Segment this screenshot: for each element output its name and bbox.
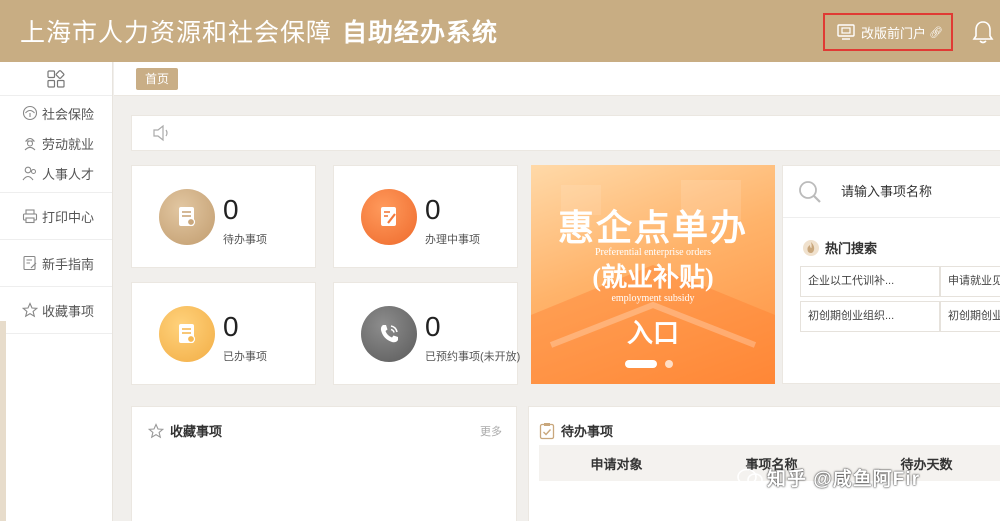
- sidebar-item-label: 劳动就业: [42, 136, 95, 152]
- printer-icon: [22, 209, 38, 224]
- sidebar-toggle[interactable]: [0, 62, 112, 96]
- hot-search-item[interactable]: 初创期创业组织...: [800, 301, 940, 332]
- watermark: 知乎 @咸鱼阿Fir: [737, 464, 920, 491]
- people-icon: [22, 166, 36, 181]
- stat-label: 待办事项: [223, 234, 267, 246]
- hot-search-item[interactable]: 初创期创业...: [940, 301, 1000, 332]
- stat-icon-circle: [159, 306, 215, 362]
- notice-bar: [131, 115, 1000, 151]
- search-panel: 热门搜索 企业以工代训补... 申请就业见... 初创期创业组织... 初创期创…: [782, 165, 1000, 384]
- worker-icon: [24, 137, 36, 151]
- hot-search-label: 热门搜索: [825, 241, 878, 256]
- favorites-more-link[interactable]: 更多: [480, 423, 502, 439]
- carousel-dot[interactable]: [665, 360, 673, 368]
- search-icon[interactable]: [797, 179, 823, 205]
- sidebar-group-favorites: 收藏事项: [0, 287, 112, 334]
- sidebar-item-label: 社会保险: [42, 106, 95, 122]
- stat-label: 办理中事项: [425, 234, 480, 246]
- sidebar: 社会保险 劳动就业 人事人才 打印中心 新手指南 收藏事项: [0, 62, 113, 521]
- document-check-icon: [179, 324, 196, 344]
- search-input[interactable]: [841, 184, 1000, 199]
- banner-sub-en: employment subsidy: [611, 293, 695, 304]
- todo-header: 待办事项: [539, 421, 613, 440]
- todo-title: 待办事项: [561, 424, 614, 439]
- column-header-applicant: 申请对象: [590, 456, 643, 472]
- search-row: [783, 166, 1000, 218]
- favorites-header: 收藏事项: [148, 421, 222, 440]
- sidebar-item-personnel[interactable]: 人事人才: [0, 158, 112, 188]
- banner-title: 惠企点单办: [557, 208, 748, 248]
- app-title-bold: 自助经办系统: [342, 19, 499, 47]
- sidebar-item-employment[interactable]: 劳动就业: [0, 128, 112, 158]
- stat-icon-circle: [361, 306, 417, 362]
- banner-subtitle: (就业补贴): [592, 263, 714, 292]
- guide-icon: [23, 255, 37, 271]
- star-icon: [22, 302, 38, 318]
- tab-home[interactable]: 首页: [136, 68, 179, 90]
- zhihu-logo-icon: [737, 468, 763, 487]
- promo-banner[interactable]: 惠企点单办 Preferential enterprise orders (就业…: [531, 165, 775, 384]
- stat-value: 0: [223, 311, 239, 342]
- old-portal-button[interactable]: 改版前门户 🔗︎: [823, 13, 953, 51]
- fire-icon: [803, 239, 819, 256]
- stat-icon-circle: [361, 189, 417, 245]
- speaker-icon: [153, 124, 168, 142]
- hot-search-item[interactable]: 企业以工代训补...: [800, 266, 940, 297]
- old-portal-label: 改版前门户: [861, 25, 927, 41]
- stat-card-completed[interactable]: 0 已办事项: [131, 282, 316, 385]
- umbrella-icon: [22, 105, 38, 121]
- favorites-title: 收藏事项: [170, 424, 223, 439]
- hot-search-title: 热门搜索: [803, 238, 877, 257]
- breadcrumb: 首页: [114, 62, 1000, 96]
- banner-entry: 入口: [626, 319, 679, 348]
- top-header: 上海市人力资源和社会保障 自助经办系统 改版前门户 🔗︎: [0, 0, 1000, 62]
- hot-search-item[interactable]: 申请就业见...: [940, 266, 1000, 297]
- sidebar-item-label: 人事人才: [42, 166, 95, 182]
- sidebar-group-print: 打印中心: [0, 193, 112, 240]
- sidebar-item-guide[interactable]: 新手指南: [0, 240, 112, 286]
- apps-grid-icon: [47, 69, 65, 88]
- stat-label: 已预约事项(未开放): [425, 351, 521, 363]
- favorites-panel: 收藏事项 更多: [131, 406, 517, 521]
- stat-card-reserved[interactable]: 0 已预约事项(未开放): [333, 282, 521, 385]
- stat-value: 0: [425, 311, 441, 342]
- sidebar-item-label: 收藏事项: [42, 303, 95, 319]
- link-icon: 🔗︎: [929, 26, 943, 39]
- stat-label: 已办事项: [223, 351, 267, 363]
- sidebar-item-favorites[interactable]: 收藏事项: [0, 287, 112, 333]
- stat-card-in-progress[interactable]: 0 办理中事项: [333, 165, 518, 268]
- carousel-dots: [625, 360, 673, 368]
- stat-value: 0: [223, 194, 239, 225]
- watermark-text: 知乎 @咸鱼阿Fir: [767, 469, 921, 490]
- sidebar-edge-decoration: [0, 321, 6, 521]
- stat-card-pending[interactable]: 0 待办事项: [131, 165, 316, 268]
- sidebar-group-services: 社会保险 劳动就业 人事人才: [0, 96, 112, 193]
- stat-icon-circle: [159, 189, 215, 245]
- clipboard-check-icon: [539, 422, 555, 439]
- bell-icon[interactable]: [972, 20, 994, 44]
- sidebar-item-label: 打印中心: [42, 209, 95, 225]
- monitor-icon: [837, 24, 855, 40]
- edit-document-icon: [381, 207, 396, 226]
- star-outline-icon: [148, 422, 164, 438]
- stat-value: 0: [425, 194, 441, 225]
- phone-icon: [380, 325, 398, 343]
- sidebar-item-label: 新手指南: [42, 256, 95, 272]
- carousel-dot-active[interactable]: [625, 360, 657, 368]
- sidebar-item-print-center[interactable]: 打印中心: [0, 193, 112, 239]
- app-title-main: 上海市人力资源和社会保障: [20, 19, 333, 47]
- sidebar-item-social-insurance[interactable]: 社会保险: [0, 98, 112, 128]
- app-title: 上海市人力资源和社会保障 自助经办系统: [20, 13, 498, 49]
- sidebar-group-guide: 新手指南: [0, 240, 112, 287]
- document-icon: [179, 207, 196, 227]
